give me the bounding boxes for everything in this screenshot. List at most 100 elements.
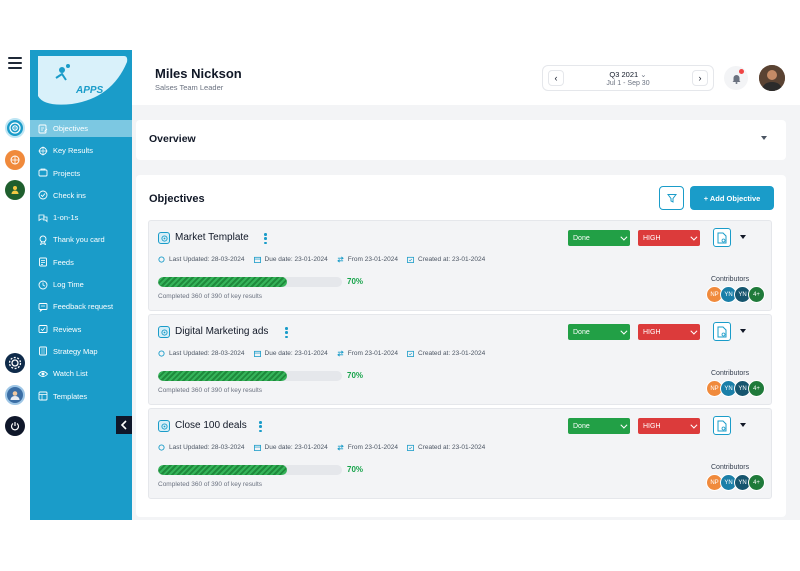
priority-dropdown[interactable]: HIGH <box>638 230 700 246</box>
next-quarter-button[interactable]: › <box>692 70 708 86</box>
overview-panel[interactable]: Overview <box>136 120 786 160</box>
sidebar-item-log-time[interactable]: Log Time <box>30 276 132 293</box>
sidebar-item-label: Templates <box>53 391 88 401</box>
app-rail <box>0 50 30 520</box>
sidebar-item-reviews[interactable]: Reviews <box>30 321 132 338</box>
progress-bar <box>158 371 342 381</box>
caret-down-icon[interactable] <box>761 136 767 140</box>
sidebar-item-key-results[interactable]: Key Results <box>30 142 132 159</box>
green-app-icon[interactable] <box>5 180 25 200</box>
status-dropdown[interactable]: Done <box>568 418 630 434</box>
settings-icon[interactable] <box>5 353 25 373</box>
objective-card[interactable]: Market Template Last Updated: 28-03-2024… <box>148 220 772 311</box>
quarter-selector[interactable]: ‹ Q3 2021 ⌄ Jul 1 - Sep 30 › <box>542 65 714 91</box>
document-button[interactable] <box>713 228 731 247</box>
contributors-list[interactable]: NP YN YN 4+ <box>706 380 765 397</box>
calendar-check-icon <box>407 444 414 451</box>
collapse-sidebar-button[interactable] <box>116 416 132 434</box>
sidebar-item-feeds[interactable]: Feeds <box>30 254 132 271</box>
sidebar-item-label: Feeds <box>53 257 74 267</box>
objective-title[interactable]: Close 100 deals <box>175 420 247 431</box>
contributors-label: Contributors <box>711 464 750 471</box>
sidebar-item-label: Reviews <box>53 324 82 334</box>
sidebar-item-watch-list[interactable]: Watch List <box>30 365 132 382</box>
contributors-list[interactable]: NP YN YN 4+ <box>706 286 765 303</box>
sidebar-item-projects[interactable]: Projects <box>30 165 132 182</box>
due-date: Due date: 23-01-2024 <box>253 444 328 451</box>
contributor-more[interactable]: 4+ <box>748 286 765 303</box>
objective-icon <box>158 232 170 244</box>
notifications-button[interactable] <box>724 66 748 90</box>
page-header: Miles Nickson Salses Team Leader ‹ Q3 20… <box>132 50 800 105</box>
brand-logo[interactable]: APPS <box>32 52 130 108</box>
objective-title[interactable]: Digital Marketing ads <box>175 326 268 337</box>
priority-label: HIGH <box>643 328 661 336</box>
sidebar-item-one-on-ones[interactable]: 1-on-1s <box>30 209 132 226</box>
calendar-icon <box>253 256 261 263</box>
caret-down-icon[interactable] <box>740 423 746 427</box>
sidebar-item-templates[interactable]: Templates <box>30 388 132 405</box>
orange-app-icon[interactable] <box>5 150 25 170</box>
contributor-more[interactable]: 4+ <box>748 474 765 491</box>
watch-list-icon <box>38 370 48 377</box>
kebab-menu-icon[interactable] <box>285 327 289 338</box>
status-dropdown[interactable]: Done <box>568 230 630 246</box>
caret-down-icon[interactable] <box>740 329 746 333</box>
contributors-label: Contributors <box>711 370 750 377</box>
quarter-date-range: Jul 1 - Sep 30 <box>606 80 650 87</box>
last-updated-text: Last Updated: 28-03-2024 <box>169 444 245 451</box>
contributor-more[interactable]: 4+ <box>748 380 765 397</box>
contributors-list[interactable]: NP YN YN 4+ <box>706 474 765 491</box>
document-icon <box>717 326 727 337</box>
refresh-icon <box>158 444 165 451</box>
chevron-down-icon <box>690 327 698 335</box>
progress-percent: 70% <box>347 465 364 474</box>
sidebar-item-feedback-request[interactable]: Feedback request <box>30 298 132 315</box>
quarter-title[interactable]: Q3 2021 ⌄ <box>543 70 713 79</box>
from-date-text: From 23-01-2024 <box>347 444 399 451</box>
sidebar-item-check-ins[interactable]: Check ins <box>30 187 132 204</box>
document-icon <box>717 232 727 243</box>
status-dropdown[interactable]: Done <box>568 324 630 340</box>
strategy-map-icon <box>39 347 47 356</box>
feeds-icon <box>39 257 47 267</box>
progress-fill <box>158 465 287 475</box>
last-updated: Last Updated: 28-03-2024 <box>158 350 245 357</box>
status-label: Done <box>573 422 590 430</box>
objective-card[interactable]: Close 100 deals Last Updated: 28-03-2024… <box>148 408 772 499</box>
sidebar-item-strategy-map[interactable]: Strategy Map <box>30 343 132 360</box>
chevron-down-icon <box>620 327 628 335</box>
document-button[interactable] <box>713 416 731 435</box>
objective-card[interactable]: Digital Marketing ads Last Updated: 28-0… <box>148 314 772 405</box>
priority-dropdown[interactable]: HIGH <box>638 324 700 340</box>
chevron-left-icon <box>120 420 127 430</box>
refresh-icon <box>158 350 165 357</box>
user-avatar-icon[interactable] <box>5 385 25 405</box>
due-date-text: Due date: 23-01-2024 <box>264 444 328 451</box>
filter-icon <box>666 194 677 203</box>
power-icon[interactable] <box>5 416 25 436</box>
user-name: Miles Nickson <box>155 66 242 81</box>
caret-down-icon[interactable] <box>740 235 746 239</box>
objective-meta: Last Updated: 28-03-2024 Due date: 23-01… <box>158 444 494 451</box>
filter-button[interactable] <box>659 186 684 210</box>
chevron-down-icon <box>620 421 628 429</box>
progress-percent: 70% <box>347 371 364 380</box>
objectives-rail-icon[interactable] <box>5 118 25 138</box>
document-button[interactable] <box>713 322 731 341</box>
objective-meta: Last Updated: 28-03-2024 Due date: 23-01… <box>158 256 494 263</box>
sidebar-item-objectives[interactable]: Objectives <box>30 120 132 137</box>
projects-icon <box>38 168 48 177</box>
progress-fill <box>158 371 287 381</box>
calendar-check-icon <box>407 350 414 357</box>
add-objective-button[interactable]: + Add Objective <box>690 186 774 210</box>
kebab-menu-icon[interactable] <box>264 233 268 244</box>
overview-title: Overview <box>149 133 196 145</box>
profile-avatar[interactable] <box>759 65 785 91</box>
priority-dropdown[interactable]: HIGH <box>638 418 700 434</box>
objective-title[interactable]: Market Template <box>175 232 249 243</box>
kebab-menu-icon[interactable] <box>259 421 263 432</box>
from-date: From 23-01-2024 <box>337 256 398 263</box>
sidebar-item-thank-you-card[interactable]: Thank you card <box>30 231 132 248</box>
created-date: Created at: 23-01-2024 <box>407 256 485 263</box>
